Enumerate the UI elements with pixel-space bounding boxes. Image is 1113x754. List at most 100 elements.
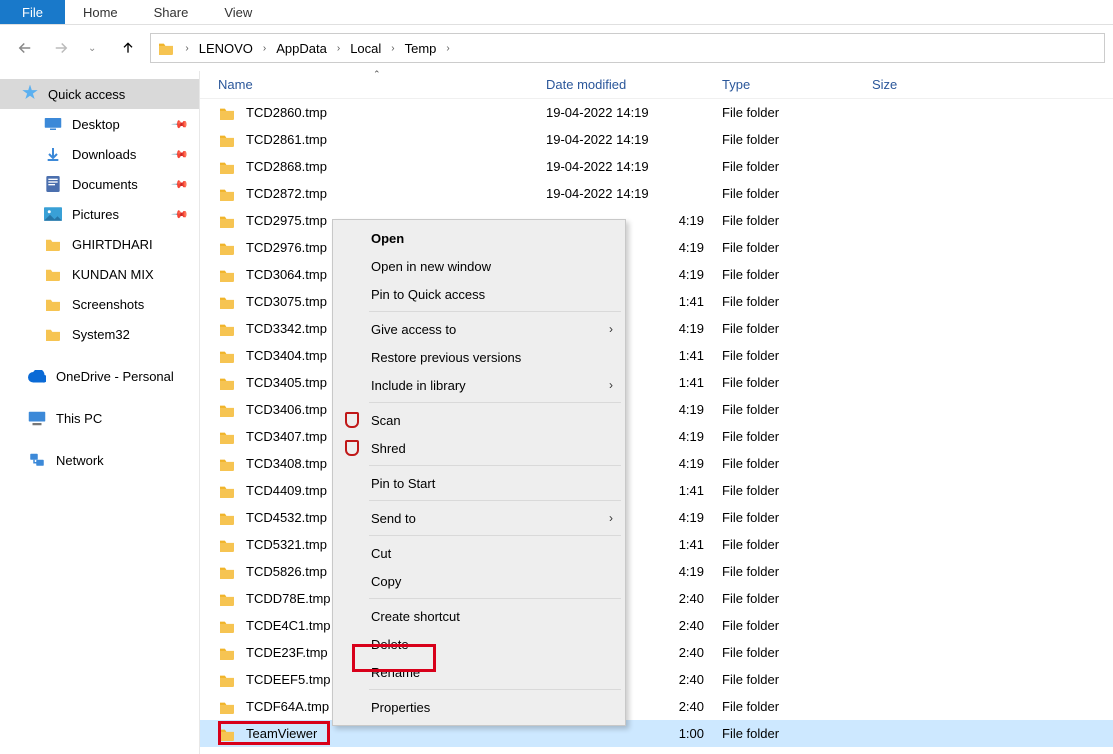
sidebar-item-label: Quick access [48,87,125,102]
sidebar-downloads[interactable]: Downloads 📌 [0,139,199,169]
ctx-pin-start[interactable]: Pin to Start [335,469,623,497]
sidebar-item-label: OneDrive - Personal [56,369,174,384]
folder-icon [218,646,236,660]
file-type: File folder [722,321,872,336]
pin-icon: 📌 [171,145,190,164]
sidebar-item-label: Desktop [72,117,120,132]
ctx-open[interactable]: Open [335,224,623,252]
address-bar[interactable]: › LENOVO › AppData › Local › Temp › [150,33,1105,63]
file-type: File folder [722,402,872,417]
sidebar-network[interactable]: Network [0,445,199,475]
ribbon-view[interactable]: View [206,0,270,24]
folder-icon [218,322,236,336]
sidebar-item-label: This PC [56,411,102,426]
nav-recent-icon[interactable]: ⌄ [88,43,96,54]
sidebar-quick-access[interactable]: Quick access [0,79,199,109]
nav-back-icon[interactable] [16,39,34,57]
pin-icon: 📌 [171,205,190,224]
breadcrumb-appdata[interactable]: AppData [274,39,329,58]
folder-icon [218,214,236,228]
ribbon-share[interactable]: Share [136,0,207,24]
folder-icon [218,268,236,282]
ctx-cut[interactable]: Cut [335,539,623,567]
sidebar-screenshots[interactable]: Screenshots [0,289,199,319]
sidebar-onedrive[interactable]: OneDrive - Personal [0,361,199,391]
folder-icon [218,511,236,525]
nav-forward-icon[interactable] [52,39,70,57]
file-row[interactable]: TCD2868.tmp19-04-2022 14:19File folder [200,153,1113,180]
file-type: File folder [722,132,872,147]
file-type: File folder [722,483,872,498]
sidebar-kundan-mix[interactable]: KUNDAN MIX [0,259,199,289]
file-name: TCD2861.tmp [246,132,327,147]
file-type: File folder [722,618,872,633]
chevron-right-icon: › [609,511,613,525]
ctx-open-new-window[interactable]: Open in new window [335,252,623,280]
column-date[interactable]: Date modified [546,77,722,92]
ctx-separator [369,500,621,501]
file-row[interactable]: TCD2872.tmp19-04-2022 14:19File folder [200,180,1113,207]
sidebar-item-label: Network [56,453,104,468]
chevron-right-icon[interactable]: › [257,43,272,54]
folder-icon [218,295,236,309]
file-type: File folder [722,726,872,741]
file-type: File folder [722,537,872,552]
nav-up-icon[interactable] [120,40,136,56]
file-date: 1:00 [546,726,722,741]
ctx-separator [369,689,621,690]
chevron-right-icon[interactable]: › [179,43,194,54]
ribbon-home[interactable]: Home [65,0,136,24]
ctx-delete[interactable]: Delete [335,630,623,658]
ctx-rename[interactable]: Rename [335,658,623,686]
sidebar-documents[interactable]: Documents 📌 [0,169,199,199]
ctx-properties[interactable]: Properties [335,693,623,721]
ctx-scan[interactable]: Scan [335,406,623,434]
folder-icon [218,349,236,363]
column-name[interactable]: Name⌃ [218,77,546,92]
file-name: TCD3408.tmp [246,456,327,471]
file-name: TCD3342.tmp [246,321,327,336]
ctx-pin-quick-access[interactable]: Pin to Quick access [335,280,623,308]
ribbon-file[interactable]: File [0,0,65,24]
navigation-tree: Quick access Desktop 📌 Downloads 📌 Docum… [0,71,200,754]
folder-icon [218,484,236,498]
chevron-right-icon[interactable]: › [385,43,400,54]
chevron-right-icon[interactable]: › [331,43,346,54]
sidebar-this-pc[interactable]: This PC [0,403,199,433]
download-icon [44,147,62,161]
ctx-shred[interactable]: Shred [335,434,623,462]
ctx-separator [369,402,621,403]
folder-icon [218,430,236,444]
chevron-right-icon[interactable]: › [440,43,455,54]
breadcrumb-local[interactable]: Local [348,39,383,58]
sidebar-system32[interactable]: System32 [0,319,199,349]
ctx-separator [369,598,621,599]
file-type: File folder [722,348,872,363]
ctx-separator [369,465,621,466]
column-size[interactable]: Size [872,77,972,92]
file-name: TCD5321.tmp [246,537,327,552]
file-name: TCD5826.tmp [246,564,327,579]
column-type[interactable]: Type [722,77,872,92]
file-row[interactable]: TCD2861.tmp19-04-2022 14:19File folder [200,126,1113,153]
ctx-restore-versions[interactable]: Restore previous versions [335,343,623,371]
cloud-icon [28,369,46,383]
ctx-include-library[interactable]: Include in library› [335,371,623,399]
file-name: TCD2868.tmp [246,159,327,174]
column-headers: Name⌃ Date modified Type Size [200,71,1113,99]
sidebar-ghirtdhari[interactable]: GHIRTDHARI [0,229,199,259]
file-name: TCD2872.tmp [246,186,327,201]
breadcrumb-temp[interactable]: Temp [403,39,439,58]
breadcrumb-lenovo[interactable]: LENOVO [197,39,255,58]
sidebar-pictures[interactable]: Pictures 📌 [0,199,199,229]
ctx-create-shortcut[interactable]: Create shortcut [335,602,623,630]
ctx-copy[interactable]: Copy [335,567,623,595]
ctx-send-to[interactable]: Send to› [335,504,623,532]
sidebar-desktop[interactable]: Desktop 📌 [0,109,199,139]
ctx-give-access[interactable]: Give access to› [335,315,623,343]
file-row[interactable]: TCD2860.tmp19-04-2022 14:19File folder [200,99,1113,126]
ctx-separator [369,311,621,312]
sidebar-item-label: GHIRTDHARI [72,237,153,252]
file-date: 19-04-2022 14:19 [546,159,722,174]
shield-icon [343,411,361,429]
